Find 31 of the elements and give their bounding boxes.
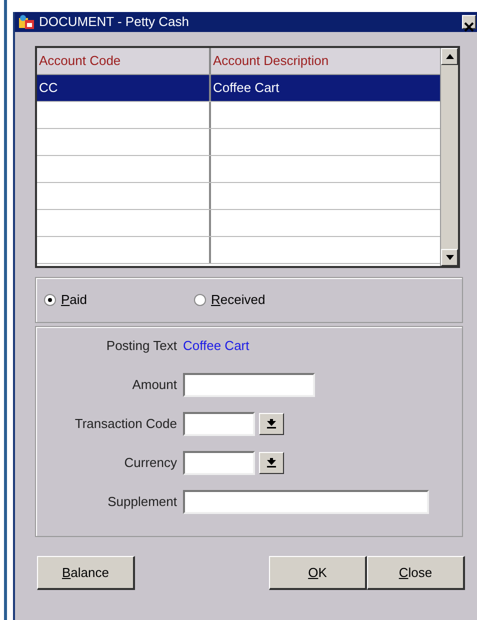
scroll-up-icon[interactable]	[441, 48, 458, 65]
dropdown-field[interactable]	[183, 451, 255, 475]
table-cell: CC	[37, 75, 211, 101]
table-cell-text: Coffee Cart	[212, 79, 280, 97]
field-label: Transaction Code	[74, 415, 178, 434]
dropdown-field[interactable]	[183, 412, 255, 436]
dropdown-arrow-icon	[267, 419, 276, 429]
window-title: DOCUMENT - Petty Cash	[39, 13, 190, 32]
radio-button[interactable]	[44, 294, 56, 306]
radio-button[interactable]	[194, 294, 206, 306]
field-label: Posting Text	[105, 337, 178, 356]
field-label: Amount	[131, 376, 178, 394]
posting-text-value: Coffee Cart	[183, 337, 250, 356]
input-field[interactable]	[183, 373, 315, 397]
dialog-button[interactable]: Balance	[37, 556, 135, 590]
field-label: Currency	[123, 454, 178, 472]
radio-label: Paid	[61, 291, 88, 310]
field-label: Supplement	[106, 493, 178, 512]
app-icon	[18, 14, 36, 30]
dialog-button[interactable]: OK	[269, 556, 367, 590]
dropdown-button[interactable]	[259, 452, 284, 474]
input-field[interactable]	[183, 490, 429, 514]
radio-label: Received	[211, 291, 266, 310]
dropdown-arrow-icon	[267, 458, 276, 468]
dropdown-button[interactable]	[259, 413, 284, 435]
column-header: Account Description	[212, 52, 330, 70]
scroll-down-icon[interactable]	[441, 249, 458, 266]
close-icon[interactable]	[462, 15, 476, 29]
dialog-button[interactable]: Close	[367, 556, 465, 590]
scrollbar[interactable]	[440, 48, 458, 266]
table-row[interactable]: CC Coffee Cart	[37, 75, 440, 102]
